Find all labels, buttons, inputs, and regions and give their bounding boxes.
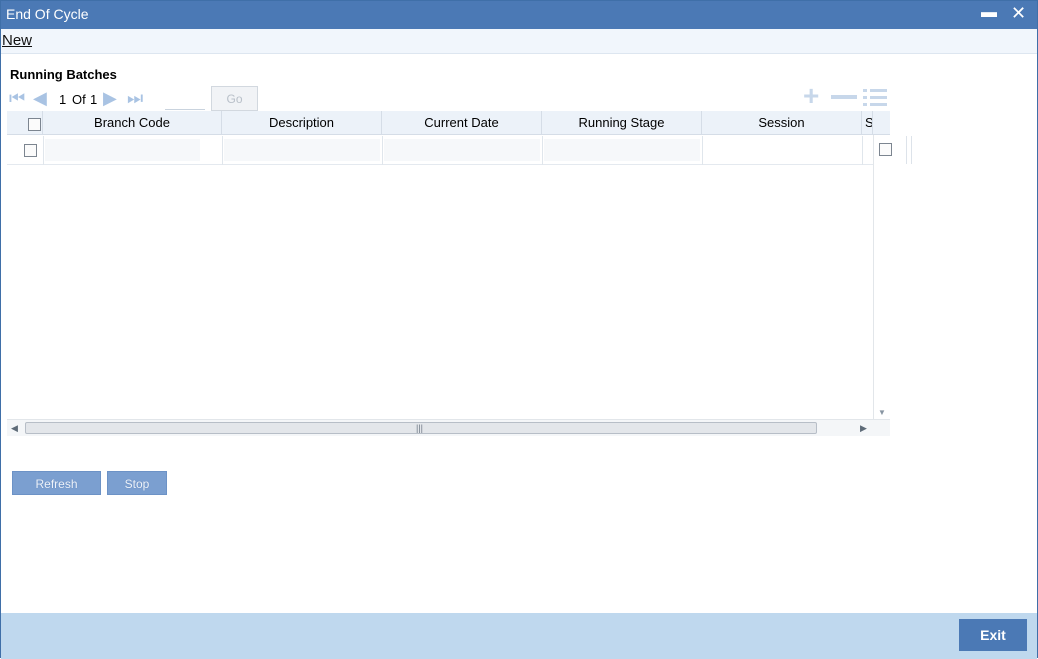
current-page: 1 xyxy=(59,92,67,107)
horizontal-scroll-thumb[interactable]: ||| xyxy=(25,422,817,434)
window-title: End Of Cycle xyxy=(6,6,89,22)
grid-header: Branch Code Description Current Date Run… xyxy=(7,111,890,135)
current-date-cell[interactable] xyxy=(384,139,540,161)
horizontal-scrollbar[interactable]: ◀ ||| ▶ xyxy=(7,419,890,436)
row-checkbox[interactable] xyxy=(24,144,37,157)
column-header-truncated[interactable]: S xyxy=(862,111,873,135)
scroll-grip-icon: ||| xyxy=(416,423,424,433)
table-row[interactable] xyxy=(7,136,890,165)
add-row-icon[interactable]: + xyxy=(803,82,819,110)
column-header-session[interactable]: Session xyxy=(702,111,862,135)
first-page-icon[interactable]: ⏮ xyxy=(9,89,25,107)
divider xyxy=(906,136,907,164)
vertical-scrollbar[interactable]: ▼ xyxy=(873,135,890,419)
title-bar: End Of Cycle ▬ ✕ xyxy=(1,1,1037,29)
column-header-running-stage[interactable]: Running Stage xyxy=(542,111,702,135)
close-icon[interactable]: ✕ xyxy=(1011,3,1026,23)
detached-row-checkbox[interactable] xyxy=(879,143,892,156)
description-cell[interactable] xyxy=(224,139,380,161)
menu-bar: New xyxy=(1,29,1037,54)
session-cell[interactable] xyxy=(704,139,860,161)
total-pages: 1 xyxy=(90,92,98,107)
running-batches-grid: Branch Code Description Current Date Run… xyxy=(7,111,890,436)
last-page-icon[interactable]: ⏭ xyxy=(127,89,143,107)
end-of-cycle-window: End Of Cycle ▬ ✕ New Running Batches ⏮ ◀… xyxy=(0,0,1038,659)
page-of-label: Of xyxy=(72,92,86,107)
scroll-right-icon[interactable]: ▶ xyxy=(860,423,867,434)
scroll-down-icon[interactable]: ▼ xyxy=(878,408,886,417)
stop-button[interactable]: Stop xyxy=(107,471,167,495)
footer-bar: Exit xyxy=(1,613,1037,659)
delete-row-icon[interactable] xyxy=(831,95,857,99)
select-all-checkbox[interactable] xyxy=(28,118,41,131)
select-all-column xyxy=(7,111,43,135)
new-menu-item[interactable]: New xyxy=(2,32,32,49)
previous-page-icon[interactable]: ◀ xyxy=(33,89,47,107)
column-list-icon[interactable] xyxy=(863,88,887,108)
divider xyxy=(911,136,912,164)
column-header-branch-code[interactable]: Branch Code xyxy=(43,111,222,135)
go-button[interactable]: Go xyxy=(211,86,258,111)
goto-page-input[interactable] xyxy=(165,90,205,110)
minimize-icon[interactable]: ▬ xyxy=(981,3,997,23)
scroll-left-icon[interactable]: ◀ xyxy=(11,423,18,434)
grid-pager: ⏮ ◀ 1 Of 1 ▶ ⏭ Go + xyxy=(7,82,890,111)
running-stage-cell[interactable] xyxy=(544,139,700,161)
refresh-button[interactable]: Refresh xyxy=(12,471,101,495)
column-header-description[interactable]: Description xyxy=(222,111,382,135)
running-batches-heading: Running Batches xyxy=(10,67,117,82)
column-header-current-date[interactable]: Current Date xyxy=(382,111,542,135)
exit-button[interactable]: Exit xyxy=(959,619,1027,651)
branch-code-cell[interactable] xyxy=(45,139,200,161)
next-page-icon[interactable]: ▶ xyxy=(103,89,117,107)
